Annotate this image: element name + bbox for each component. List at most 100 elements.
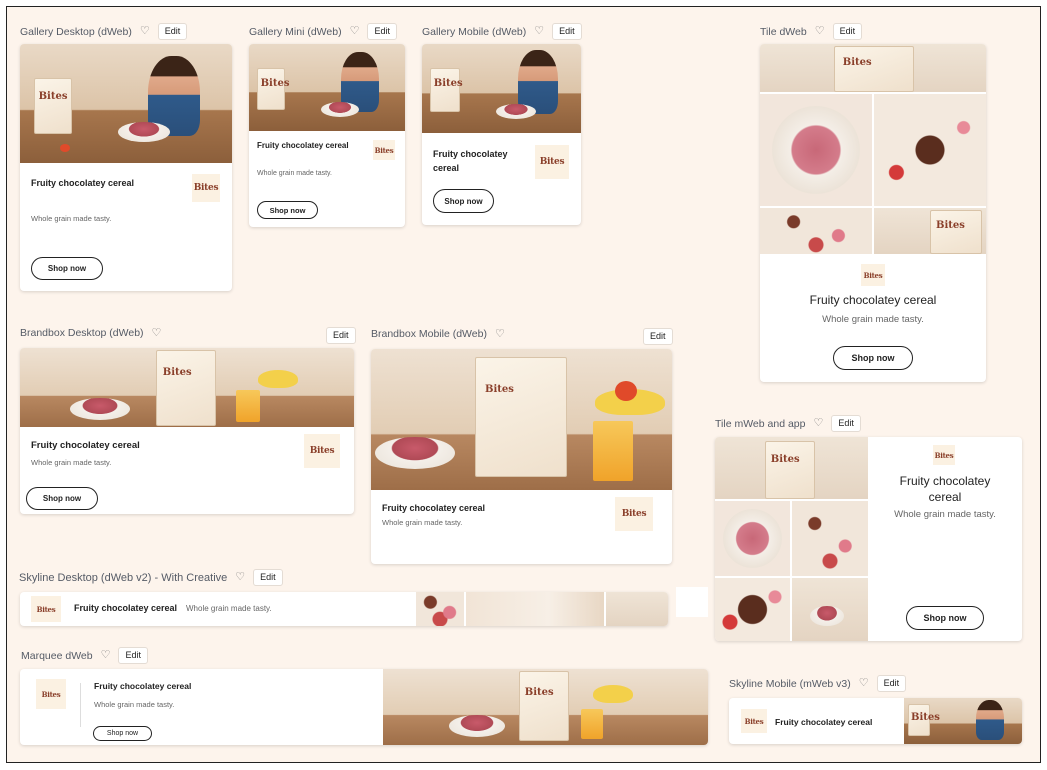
tile-dweb-card[interactable]: Bites Fruity chocolatey cereal Whole gra… — [760, 44, 986, 382]
creative-image — [466, 592, 604, 626]
shop-now-button[interactable]: Shop now — [906, 606, 984, 630]
skyline-mobile-card[interactable]: Bites Fruity chocolatey cereal — [729, 698, 1022, 744]
ad-title: Fruity chocolatey cereal — [433, 149, 508, 173]
ad-title: Fruity chocolatey cereal — [809, 293, 937, 307]
section-label: Gallery Mini (dWeb) — [249, 25, 342, 38]
ad-subtitle: Whole grain made tasty. — [31, 214, 112, 223]
tile-dweb-header: Tile dWeb ♡ Edit — [760, 23, 863, 40]
tile-image — [715, 437, 868, 499]
section-label: Marquee dWeb — [21, 649, 93, 662]
shop-now-button[interactable]: Shop now — [26, 487, 98, 510]
brand-logo: Bites — [615, 497, 653, 531]
section-label: Gallery Desktop (dWeb) — [20, 25, 132, 38]
tile-mweb-header: Tile mWeb and app ♡ Edit — [715, 415, 861, 432]
gallery-mini-header: Gallery Mini (dWeb) ♡ Edit — [249, 23, 397, 40]
tile-image — [792, 501, 868, 576]
brandbox-mobile-edit: Edit — [643, 328, 673, 345]
ad-title: Fruity chocolatey cereal — [31, 178, 135, 188]
section-label: Brandbox Mobile (dWeb) — [371, 328, 487, 340]
shop-now-button[interactable]: Shop now — [31, 257, 103, 280]
brandbox-desktop-edit: Edit — [326, 327, 356, 344]
favorite-icon[interactable]: ♡ — [350, 26, 360, 37]
section-label: Brandbox Desktop (dWeb) — [20, 327, 144, 339]
skyline-desktop-header: Skyline Desktop (dWeb v2) - With Creativ… — [19, 569, 283, 586]
skyline-desktop-card[interactable]: Bites Fruity chocolatey cereal Whole gra… — [20, 592, 668, 626]
ad-title: Fruity chocolatey cereal — [31, 440, 140, 451]
shop-now-button[interactable]: Shop now — [257, 201, 318, 219]
tile-image — [760, 208, 872, 254]
ad-title: Fruity chocolatey cereal — [775, 717, 873, 727]
skyline-mobile-header: Skyline Mobile (mWeb v3) ♡ Edit — [729, 675, 907, 692]
edit-button[interactable]: Edit — [157, 23, 188, 40]
brand-logo: Bites — [741, 709, 767, 733]
brandbox-mobile-header: Brandbox Mobile (dWeb) ♡ — [371, 328, 505, 340]
ad-title: Fruity chocolatey cereal — [257, 141, 349, 150]
gallery-mobile-header: Gallery Mobile (dWeb) ♡ Edit — [422, 23, 582, 40]
brand-logo: Bites — [36, 679, 66, 709]
marquee-card[interactable]: Bites Fruity chocolatey cereal Whole gra… — [20, 669, 708, 745]
section-label: Skyline Mobile (mWeb v3) — [729, 677, 851, 690]
tile-image — [874, 94, 986, 206]
gallery-desktop-card[interactable]: Fruity chocolatey cereal Bites Whole gra… — [20, 44, 232, 291]
favorite-icon[interactable]: ♡ — [815, 26, 825, 37]
edit-button[interactable]: Edit — [643, 328, 673, 345]
brand-logo: Bites — [304, 434, 340, 468]
creative-image — [606, 592, 668, 626]
brandbox-mobile-card[interactable]: Fruity chocolatey cereal Whole grain mad… — [371, 349, 672, 564]
favorite-icon[interactable]: ♡ — [152, 327, 162, 339]
favorite-icon[interactable]: ♡ — [495, 328, 505, 340]
favorite-icon[interactable]: ♡ — [235, 572, 245, 583]
ad-subtitle: Whole grain made tasty. — [257, 170, 332, 177]
favorite-icon[interactable]: ♡ — [813, 418, 823, 429]
marquee-header: Marquee dWeb ♡ Edit — [21, 647, 148, 664]
ad-subtitle: Whole grain made tasty. — [186, 604, 272, 613]
placeholder-box — [676, 587, 708, 617]
ad-subtitle: Whole grain made tasty. — [894, 509, 996, 520]
tile-image — [874, 208, 986, 254]
edit-button[interactable]: Edit — [118, 647, 148, 664]
edit-button[interactable]: Edit — [831, 415, 861, 432]
favorite-icon[interactable]: ♡ — [140, 26, 150, 37]
hero-image — [20, 44, 232, 163]
tile-image — [715, 501, 790, 576]
shop-now-button[interactable]: Shop now — [833, 346, 913, 370]
edit-button[interactable]: Edit — [326, 327, 356, 344]
favorite-icon[interactable]: ♡ — [534, 26, 544, 37]
brand-logo: Bites — [535, 145, 569, 179]
edit-button[interactable]: Edit — [552, 23, 582, 40]
gallery-desktop-header: Gallery Desktop (dWeb) ♡ Edit — [20, 23, 188, 40]
gallery-mobile-card[interactable]: Fruity chocolatey cereal Bites Shop now — [422, 44, 581, 225]
brand-logo: Bites — [373, 140, 395, 160]
favorite-icon[interactable]: ♡ — [101, 650, 111, 661]
section-label: Gallery Mobile (dWeb) — [422, 25, 527, 38]
edit-button[interactable]: Edit — [876, 675, 907, 692]
ad-title: Fruity chocolatey cereal — [94, 681, 192, 691]
brand-logo: Bites — [192, 174, 220, 202]
ad-title: Fruity chocolatey cereal — [74, 603, 178, 613]
ad-subtitle: Whole grain made tasty. — [31, 458, 112, 467]
shop-now-button[interactable]: Shop now — [433, 189, 494, 213]
section-label: Tile mWeb and app — [715, 417, 806, 430]
tile-image — [760, 94, 872, 206]
brand-logo: Bites — [933, 445, 955, 465]
ad-title: Fruity chocolatey cereal — [899, 474, 991, 504]
gallery-mini-card[interactable]: Fruity chocolatey cereal Bites Whole gra… — [249, 44, 405, 227]
section-label: Tile dWeb — [760, 25, 807, 38]
favorite-icon[interactable]: ♡ — [859, 678, 869, 689]
tile-image — [715, 578, 790, 641]
ad-subtitle: Whole grain made tasty. — [94, 700, 175, 709]
brandbox-desktop-card[interactable]: Fruity chocolatey cereal Whole grain mad… — [20, 348, 354, 514]
brandbox-desktop-header: Brandbox Desktop (dWeb) ♡ — [20, 327, 161, 339]
edit-button[interactable]: Edit — [367, 23, 397, 40]
edit-button[interactable]: Edit — [832, 23, 863, 40]
creative-image — [416, 592, 464, 626]
shop-now-button[interactable]: Shop now — [93, 726, 152, 741]
hero-image — [249, 44, 405, 131]
tile-image — [760, 44, 986, 92]
brand-logo: Bites — [861, 264, 885, 286]
ad-title: Fruity chocolatey cereal — [382, 503, 486, 513]
tile-mweb-card[interactable]: Bites Fruity chocolatey cereal Whole gra… — [715, 437, 1022, 641]
ad-subtitle: Whole grain made tasty. — [822, 314, 924, 325]
edit-button[interactable]: Edit — [253, 569, 283, 586]
hero-image — [20, 348, 354, 427]
